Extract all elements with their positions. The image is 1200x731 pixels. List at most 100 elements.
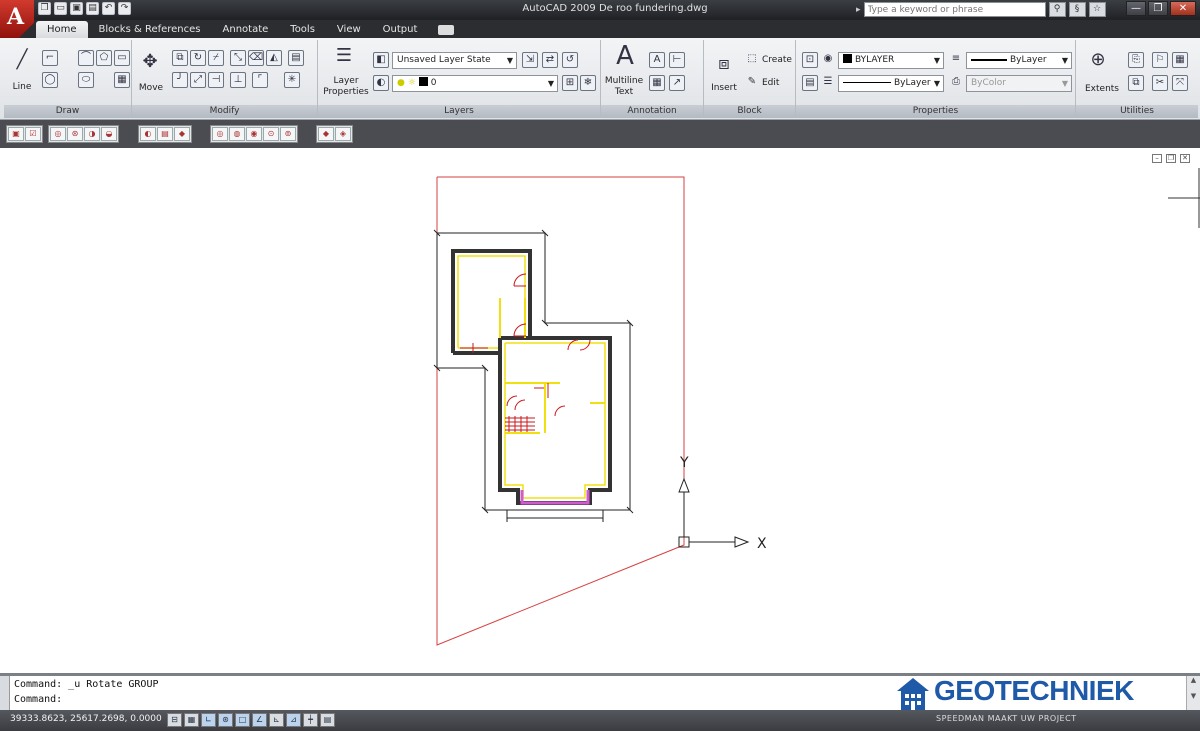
layer-state-icon[interactable]: ◧ [373, 52, 389, 68]
dimension-icon[interactable]: ⊢ [669, 52, 685, 68]
break-icon[interactable]: ⊥ [230, 72, 246, 88]
edit-block-icon[interactable]: ✎ [744, 75, 760, 91]
rectangle-icon[interactable]: ▭ [114, 50, 130, 66]
floor-plan-drawing[interactable]: X Y [0, 148, 1200, 673]
toolbar-icon-7[interactable]: ◐ [140, 127, 156, 141]
ortho-toggle-icon[interactable]: ∟ [201, 713, 216, 727]
properties-panel-title[interactable]: Properties [796, 105, 1075, 118]
tab-output[interactable]: Output [372, 21, 429, 38]
lineweight-icon[interactable]: ≡ [948, 52, 964, 68]
quickcalc-icon[interactable]: ▦ [1172, 52, 1188, 68]
tab-view[interactable]: View [326, 21, 372, 38]
new-file-icon[interactable]: ❐ [38, 2, 51, 15]
multiline-text-icon[interactable]: A [611, 43, 639, 70]
layer-properties-icon[interactable]: ☰ [330, 44, 358, 70]
copy-clip-icon[interactable]: ⧉ [1128, 75, 1144, 91]
block-panel-title[interactable]: Block [704, 105, 795, 118]
color-wheel-icon[interactable]: ◉ [820, 52, 836, 68]
undo-icon[interactable]: ↶ [102, 2, 115, 15]
layer-state-dropdown[interactable]: Unsaved Layer State ▼ [392, 52, 517, 69]
restore-button[interactable]: ❐ [1148, 1, 1168, 16]
toolbar-icon-1[interactable]: ▣ [8, 127, 24, 141]
single-line-text-icon[interactable]: A [649, 52, 665, 68]
stretch-icon[interactable]: ⤡ [230, 50, 246, 66]
command-prompt[interactable]: Command: [14, 694, 62, 705]
line-tool-icon[interactable]: ╱ [8, 48, 36, 74]
color-dropdown[interactable]: BYLAYER ▼ [838, 52, 944, 69]
toolbar-icon-13[interactable]: ⊙ [263, 127, 279, 141]
layer-freeze-icon[interactable]: ❄ [580, 75, 596, 91]
copy-icon[interactable]: ⧉ [172, 50, 188, 66]
zoom-extents-icon[interactable]: ⊕ [1084, 48, 1112, 74]
move-icon[interactable]: ✥ [136, 50, 164, 76]
close-button[interactable]: ✕ [1170, 1, 1196, 16]
layer-walk-icon[interactable]: ⊞ [562, 75, 578, 91]
redo-icon[interactable]: ↷ [118, 2, 131, 15]
fillet-icon[interactable]: ╯ [172, 72, 188, 88]
match-properties-icon[interactable]: ⊡ [802, 52, 818, 68]
cursor-coordinates[interactable]: 39333.8623, 25617.2698, 0.0000 [10, 714, 162, 724]
hatch-icon[interactable]: ▦ [114, 72, 130, 88]
toolbar-icon-16[interactable]: ◈ [335, 127, 351, 141]
match-layer-icon[interactable]: ⇄ [542, 52, 558, 68]
command-scrollbar[interactable]: ▲ ▼ [1186, 676, 1200, 710]
arc-icon[interactable]: ⌒ [78, 50, 94, 66]
tab-home[interactable]: Home [36, 21, 88, 38]
toolbar-icon-10[interactable]: ◎ [212, 127, 228, 141]
plotstyle-dropdown[interactable]: ByColor ▼ [966, 75, 1072, 92]
minimize-button[interactable]: — [1126, 1, 1146, 16]
table-icon[interactable]: ▦ [649, 75, 665, 91]
command-line-grip[interactable] [0, 676, 10, 710]
toolbar-icon-5[interactable]: ◑ [84, 127, 100, 141]
polyline-icon[interactable]: ⌐ [42, 50, 58, 66]
previous-layer-icon[interactable]: ↺ [562, 52, 578, 68]
quick-select-icon[interactable]: ⚐ [1152, 52, 1168, 68]
lineweight-dropdown[interactable]: ByLayer ▼ [966, 52, 1072, 69]
toolbar-icon-11[interactable]: ◍ [229, 127, 245, 141]
toolbar-icon-15[interactable]: ◆ [318, 127, 334, 141]
measure-icon[interactable]: ⤧ [1172, 75, 1188, 91]
dyn-toggle-icon[interactable]: ⊿ [286, 713, 301, 727]
mirror-icon[interactable]: ◭ [266, 50, 282, 66]
print-icon[interactable]: ▤ [86, 2, 99, 15]
paste-icon[interactable]: ⎘ [1128, 52, 1144, 68]
extend-icon[interactable]: ⊣ [208, 72, 224, 88]
tab-tools[interactable]: Tools [279, 21, 326, 38]
edit-label[interactable]: Edit [762, 78, 779, 89]
toolbar-icon-8[interactable]: ▤ [157, 127, 173, 141]
favorites-star-icon[interactable]: ☆ [1088, 2, 1106, 17]
make-current-icon[interactable]: ⇲ [522, 52, 538, 68]
ducs-toggle-icon[interactable]: ⊾ [269, 713, 284, 727]
osnap-toggle-icon[interactable]: □ [235, 713, 250, 727]
toolbar-icon-4[interactable]: ⊛ [67, 127, 83, 141]
list-properties-icon[interactable]: ▤ [802, 75, 818, 91]
extents-label[interactable]: Extents [1078, 84, 1126, 95]
search-input[interactable] [863, 2, 1046, 17]
linetype-icon[interactable]: ☰ [820, 75, 836, 91]
lineweight-toggle-icon[interactable]: ┿ [303, 713, 318, 727]
layers-panel-title[interactable]: Layers [318, 105, 600, 118]
drawing-area[interactable]: – ❐ ✕ X Y [0, 148, 1200, 673]
toolbar-icon-6[interactable]: ◒ [101, 127, 117, 141]
subscription-icon[interactable]: § [1068, 2, 1086, 17]
insert-block-icon[interactable]: ⧈ [710, 52, 738, 78]
polygon-icon[interactable]: ⬠ [96, 50, 112, 66]
tab-blocks-references[interactable]: Blocks & References [88, 21, 212, 38]
toolbar-icon-3[interactable]: ◎ [50, 127, 66, 141]
toolbar-icon-12[interactable]: ◉ [246, 127, 262, 141]
linetype-dropdown[interactable]: ByLayer ▼ [838, 75, 944, 92]
trim-icon[interactable]: ⌿ [208, 50, 224, 66]
utilities-panel-title[interactable]: Utilities [1076, 105, 1198, 118]
open-file-icon[interactable]: ▭ [54, 2, 67, 15]
scale-icon[interactable]: ⤢ [190, 72, 206, 88]
polar-toggle-icon[interactable]: ⊛ [218, 713, 233, 727]
search-icon[interactable]: ⚲ [1048, 2, 1066, 17]
layer-isolate-icon[interactable]: ◐ [373, 75, 389, 91]
save-icon[interactable]: ▣ [70, 2, 83, 15]
rotate-icon[interactable]: ↻ [190, 50, 206, 66]
modify-panel-title[interactable]: Modify [132, 105, 317, 118]
expand-arrow-icon[interactable]: ▸ [856, 5, 861, 15]
annotation-panel-title[interactable]: Annotation [601, 105, 703, 118]
cut-icon[interactable]: ✂ [1152, 75, 1168, 91]
leader-icon[interactable]: ↗ [669, 75, 685, 91]
